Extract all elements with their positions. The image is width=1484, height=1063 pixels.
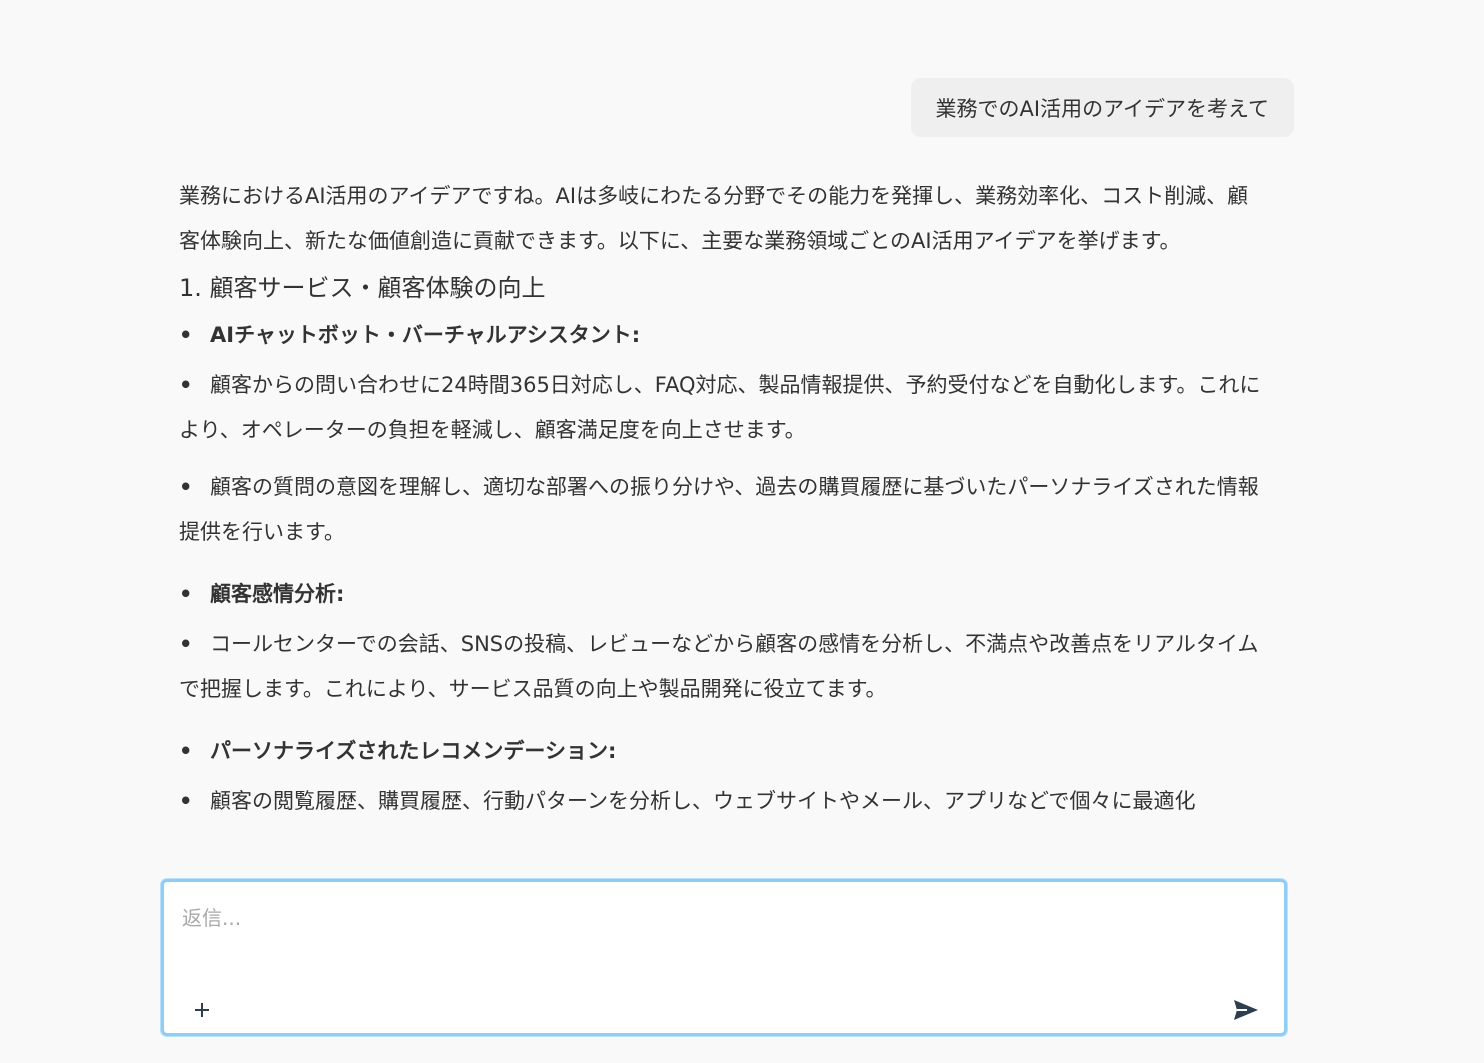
list-item-text: 顧客の閲覧履歴、購買履歴、行動パターンを分析し、ウェブサイトやメール、アプリなど… bbox=[210, 789, 1196, 813]
reply-input[interactable] bbox=[182, 902, 1242, 962]
bullet-icon: • bbox=[179, 789, 193, 813]
list-item-label: AIチャットボット・バーチャルアシスタント: bbox=[210, 323, 641, 347]
list-item-text: 顧客の質問の意図を理解し、適切な部署への振り分けや、過去の購買履歴に基づいたパー… bbox=[179, 475, 1259, 544]
assistant-message: 業務におけるAI活用のアイデアですね。AIは多岐にわたる分野でその能力を発揮し、… bbox=[179, 174, 1269, 824]
bullet-icon: • bbox=[179, 475, 193, 499]
send-button[interactable] bbox=[1230, 994, 1262, 1026]
list-item: • AIチャットボット・バーチャルアシスタント: bbox=[179, 313, 1269, 358]
bullet-icon: • bbox=[179, 739, 193, 763]
list-item-text: コールセンターでの会話、SNSの投稿、レビューなどから顧客の感情を分析し、不満点… bbox=[179, 632, 1259, 701]
list-item: • 顧客からの問い合わせに24時間365日対応し、FAQ対応、製品情報提供、予約受… bbox=[179, 363, 1269, 453]
attach-button[interactable] bbox=[186, 994, 218, 1026]
list-item: • 顧客の閲覧履歴、購買履歴、行動パターンを分析し、ウェブサイトやメール、アプリな… bbox=[179, 779, 1269, 824]
user-message-text: 業務でのAI活用のアイデアを考えて bbox=[935, 96, 1269, 121]
list-item: • パーソナライズされたレコメンデーション: bbox=[179, 729, 1269, 774]
assistant-intro: 業務におけるAI活用のアイデアですね。AIは多岐にわたる分野でその能力を発揮し、… bbox=[179, 184, 1249, 253]
list-item-text: 顧客からの問い合わせに24時間365日対応し、FAQ対応、製品情報提供、予約受付… bbox=[179, 373, 1261, 442]
list-item-label: パーソナライズされたレコメンデーション: bbox=[210, 739, 617, 763]
list-item: • 顧客感情分析: bbox=[179, 572, 1269, 617]
list-item: • 顧客の質問の意図を理解し、適切な部署への振り分けや、過去の購買履歴に基づいたパ… bbox=[179, 465, 1269, 555]
chat-page: 業務でのAI活用のアイデアを考えて 業務におけるAI活用のアイデアですね。AIは… bbox=[0, 0, 1484, 1063]
plus-icon bbox=[195, 1003, 209, 1017]
list-item-label: 顧客感情分析: bbox=[210, 582, 345, 606]
user-message-bubble: 業務でのAI活用のアイデアを考えて bbox=[910, 78, 1294, 137]
bullet-icon: • bbox=[179, 373, 193, 397]
send-icon bbox=[1234, 1000, 1258, 1020]
section-heading: 1. 顧客サービス・顧客体験の向上 bbox=[179, 274, 546, 302]
bullet-icon: • bbox=[179, 632, 193, 656]
list-item: • コールセンターでの会話、SNSの投稿、レビューなどから顧客の感情を分析し、不満… bbox=[179, 622, 1269, 712]
bullet-icon: • bbox=[179, 323, 193, 347]
reply-composer bbox=[161, 879, 1287, 1036]
bullet-icon: • bbox=[179, 582, 193, 606]
